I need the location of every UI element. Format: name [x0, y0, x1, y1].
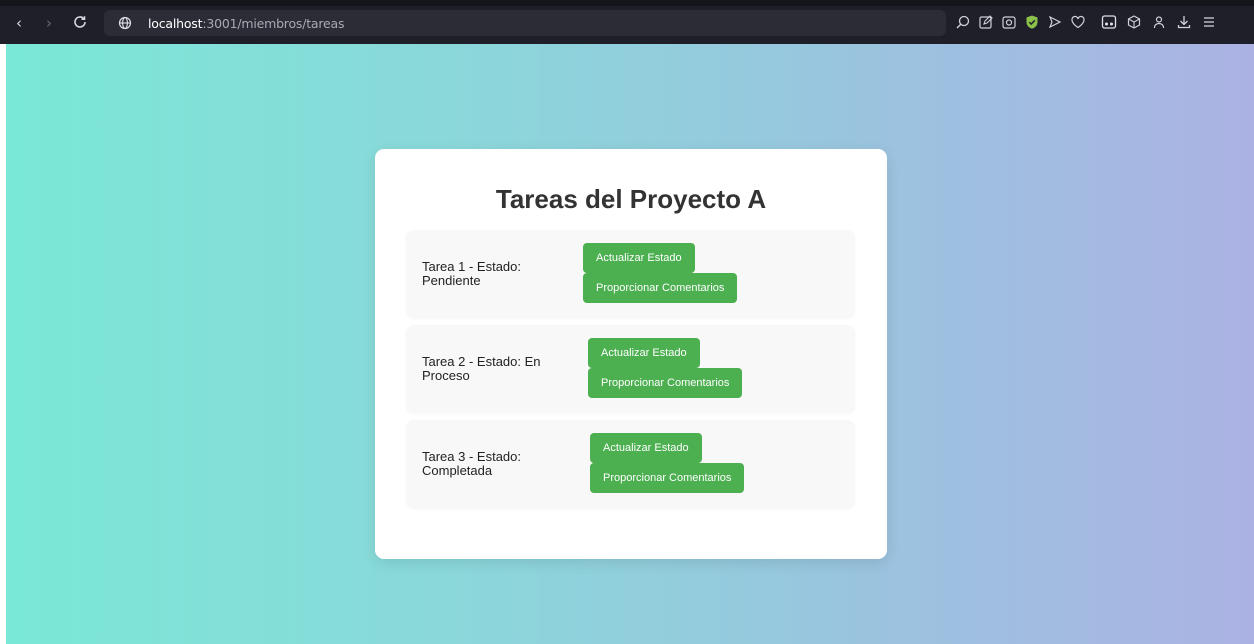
page-viewport: Tareas del Proyecto A Tarea 1 - Estado: …	[6, 44, 1254, 644]
search-page-icon[interactable]	[954, 13, 972, 31]
task-status-line: Proceso	[422, 368, 470, 383]
menu-icon[interactable]	[1200, 13, 1218, 31]
favorite-icon[interactable]	[1069, 13, 1087, 31]
provide-comments-button[interactable]: Proporcionar Comentarios	[590, 463, 745, 493]
extension-icon[interactable]	[1100, 13, 1118, 31]
back-icon[interactable]: ‹	[10, 14, 28, 32]
task-status-text: Tarea 3 - Estado: Completada	[422, 450, 521, 478]
task-item-3: Tarea 3 - Estado: Completada Actualizar …	[406, 420, 855, 508]
url-host: localhost	[148, 16, 203, 31]
url-text[interactable]: localhost:3001/miembros/tareas	[148, 16, 345, 31]
task-item-2: Tarea 2 - Estado: En Proceso Actualizar …	[406, 325, 855, 413]
task-status-line: Tarea 1 - Estado:	[422, 259, 521, 274]
profile-icon[interactable]	[1150, 13, 1168, 31]
task-status-line: Pendiente	[422, 273, 481, 288]
screenshot-icon[interactable]	[1000, 13, 1018, 31]
box-icon[interactable]	[1125, 13, 1143, 31]
tasks-card: Tareas del Proyecto A Tarea 1 - Estado: …	[375, 149, 887, 559]
site-info-icon[interactable]	[118, 16, 132, 30]
task-status-text: Tarea 2 - Estado: En Proceso	[422, 355, 541, 383]
task-status-line: Tarea 3 - Estado:	[422, 449, 521, 464]
url-path: :3001/miembros/tareas	[202, 16, 345, 31]
toolbar-icons	[954, 13, 1244, 31]
shield-extension-icon[interactable]	[1023, 13, 1041, 31]
download-icon[interactable]	[1175, 13, 1193, 31]
update-status-button[interactable]: Actualizar Estado	[590, 433, 702, 463]
task-status-text: Tarea 1 - Estado: Pendiente	[422, 260, 521, 288]
provide-comments-button[interactable]: Proporcionar Comentarios	[588, 368, 743, 398]
browser-toolbar: ‹ › localhost:3001/miembros/tareas	[0, 0, 1254, 44]
address-bar[interactable]: localhost:3001/miembros/tareas	[104, 10, 946, 36]
forward-icon[interactable]: ›	[40, 14, 58, 32]
update-status-button[interactable]: Actualizar Estado	[583, 243, 695, 273]
task-item-1: Tarea 1 - Estado: Pendiente Actualizar E…	[406, 230, 855, 318]
send-icon[interactable]	[1046, 13, 1064, 31]
window-top-edge	[0, 0, 1254, 6]
provide-comments-button[interactable]: Proporcionar Comentarios	[583, 273, 738, 303]
task-status-line: Completada	[422, 463, 493, 478]
task-status-line: Tarea 2 - Estado: En	[422, 354, 541, 369]
update-status-button[interactable]: Actualizar Estado	[588, 338, 700, 368]
reload-icon[interactable]	[71, 14, 89, 32]
page-title: Tareas del Proyecto A	[495, 184, 767, 214]
edit-icon[interactable]	[977, 13, 995, 31]
